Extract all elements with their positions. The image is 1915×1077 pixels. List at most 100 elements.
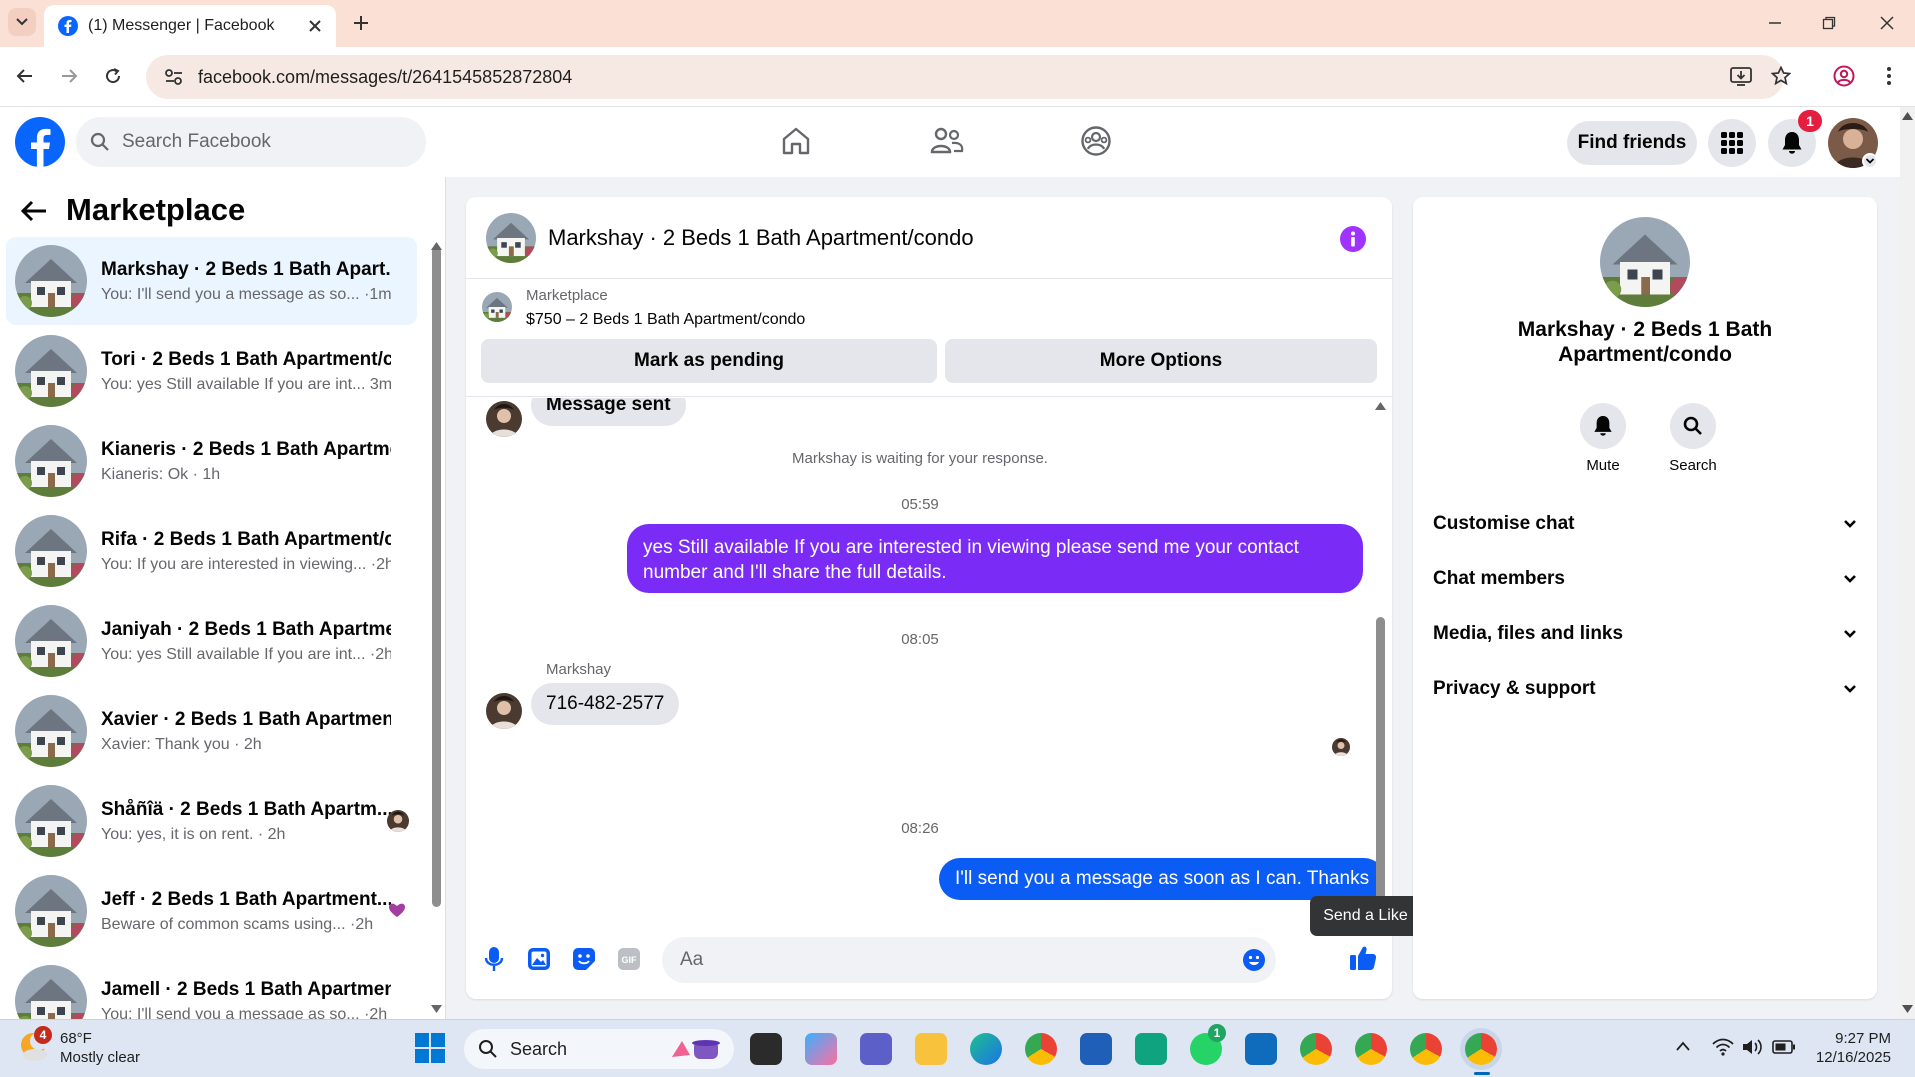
arrow-left-icon — [20, 200, 46, 222]
person-avatar-icon — [387, 810, 409, 832]
chrome-profile-icon[interactable] — [1300, 1033, 1332, 1065]
listing-thumbnail[interactable] — [482, 292, 512, 322]
timestamp: 05:59 — [901, 496, 939, 513]
voice-clip-button[interactable] — [484, 946, 504, 972]
outlook-icon[interactable] — [1245, 1033, 1277, 1065]
restore-button[interactable] — [1814, 8, 1844, 38]
conversation-item[interactable]: Rifa · 2 Beds 1 Bath Apartment/c... You: … — [6, 507, 417, 595]
chat-avatar[interactable] — [486, 212, 536, 263]
battery-icon — [1772, 1040, 1795, 1054]
tab-search-button[interactable] — [8, 8, 36, 36]
conversation-item[interactable]: Xavier · 2 Beds 1 Bath Apartmen... Xavier… — [6, 687, 417, 775]
conversation-name: Tori · 2 Beds 1 Bath Apartment/c... — [101, 348, 391, 370]
account-dropdown[interactable] — [1862, 153, 1878, 169]
incoming-message[interactable]: 716-482-2577 — [531, 683, 680, 725]
new-tab-button[interactable] — [346, 8, 376, 38]
incoming-message[interactable]: Message sent — [531, 398, 686, 426]
conversation-item[interactable]: Jeff · 2 Beds 1 Bath Apartment... Beware … — [6, 867, 417, 955]
chrome-profile-icon[interactable] — [1465, 1033, 1497, 1065]
search-in-conversation-button[interactable]: Search — [1663, 403, 1723, 474]
install-app-button[interactable] — [1726, 61, 1756, 91]
phone-link-icon[interactable] — [1135, 1033, 1167, 1065]
weather-widget[interactable]: 4 68°F Mostly clear — [18, 1026, 140, 1066]
chrome-profile-icon[interactable] — [1355, 1033, 1387, 1065]
gif-button[interactable]: GIF — [617, 947, 641, 971]
task-view-icon[interactable] — [750, 1033, 782, 1065]
facebook-logo[interactable] — [15, 117, 65, 167]
window-close-button[interactable] — [1872, 8, 1902, 38]
facebook-header: Search Facebook Find friends 1 — [0, 107, 1900, 177]
scroll-up-icon — [1375, 402, 1386, 410]
page-scrollbar[interactable] — [1900, 107, 1915, 1019]
grid-menu-icon — [1721, 132, 1743, 154]
edge-icon[interactable] — [970, 1033, 1002, 1065]
reload-button[interactable] — [98, 61, 128, 91]
chrome-icon[interactable] — [1025, 1033, 1057, 1065]
menu-button[interactable] — [1708, 119, 1756, 167]
attach-media-button[interactable] — [527, 947, 551, 971]
clock[interactable]: 9:27 PM 12/16/2025 — [1795, 1029, 1891, 1067]
sticker-button[interactable] — [572, 947, 596, 971]
minimize-button[interactable] — [1760, 8, 1790, 38]
forward-button[interactable] — [54, 61, 84, 91]
windows-taskbar: 4 68°F Mostly clear Search 1 9:27 PM 12/… — [0, 1019, 1915, 1077]
conversation-item[interactable]: Tori · 2 Beds 1 Bath Apartment/c... You: … — [6, 327, 417, 415]
conversation-item[interactable]: Markshay · 2 Beds 1 Bath Apart... You: I'… — [6, 237, 417, 325]
image-icon — [528, 948, 550, 970]
message-thread: Message sent Markshay is waiting for you… — [466, 398, 1392, 927]
facebook-search-input[interactable]: Search Facebook — [76, 117, 426, 167]
find-friends-button[interactable]: Find friends — [1567, 121, 1697, 165]
house-listing-image — [15, 515, 87, 587]
outgoing-message[interactable]: yes Still available If you are intereste… — [627, 524, 1363, 593]
address-bar[interactable]: facebook.com/messages/t/2641545852872804 — [146, 55, 1784, 99]
nav-home[interactable] — [780, 125, 812, 157]
scroll-down-icon — [1902, 1005, 1913, 1013]
bookmark-button[interactable] — [1766, 61, 1796, 91]
volume-control[interactable] — [1742, 1038, 1764, 1056]
profile-picture[interactable] — [1600, 217, 1690, 307]
outgoing-message[interactable]: I'll send you a message as soon as I can… — [939, 858, 1386, 900]
microsoft-store-icon[interactable] — [1080, 1033, 1112, 1065]
conversation-info-button[interactable] — [1340, 226, 1366, 252]
profile-button[interactable] — [1829, 61, 1859, 91]
back-button[interactable] — [10, 61, 40, 91]
scroll-down-icon[interactable] — [431, 1005, 442, 1013]
conversation-item[interactable]: Kianeris · 2 Beds 1 Bath Apartme... Kiane… — [6, 417, 417, 505]
file-explorer-icon[interactable] — [915, 1033, 947, 1065]
taskbar-search[interactable]: Search — [464, 1029, 734, 1069]
conversation-item[interactable]: Shåñîä · 2 Beds 1 Bath Apartm... You: yes… — [6, 777, 417, 865]
chat-header[interactable]: Markshay · 2 Beds 1 Bath Apartment/condo — [466, 197, 1392, 279]
battery-status[interactable] — [1772, 1040, 1796, 1054]
listing-title[interactable]: $750 – 2 Beds 1 Bath Apartment/condo — [526, 311, 805, 329]
conversation-scrollbar[interactable] — [432, 247, 441, 907]
close-icon[interactable] — [308, 19, 322, 33]
customise-chat-section[interactable]: Customise chat — [1433, 504, 1857, 544]
copilot-icon[interactable] — [805, 1033, 837, 1065]
conversation-item[interactable]: Janiyah · 2 Beds 1 Bath Apartme... You: y… — [6, 597, 417, 685]
nav-friends[interactable] — [930, 125, 964, 157]
chrome-profile-icon[interactable] — [1410, 1033, 1442, 1065]
more-options-button[interactable]: More Options — [945, 339, 1377, 383]
emoji-icon[interactable] — [1242, 948, 1266, 972]
teams-icon[interactable] — [860, 1033, 892, 1065]
back-button[interactable] — [20, 199, 48, 223]
media-files-links-section[interactable]: Media, files and links — [1433, 614, 1857, 654]
browser-menu-button[interactable] — [1874, 61, 1904, 91]
scroll-thumb[interactable] — [1376, 617, 1385, 924]
message-input[interactable]: Aa — [662, 937, 1276, 983]
message-scrollbar[interactable] — [1375, 402, 1386, 924]
site-settings-icon[interactable] — [164, 68, 184, 86]
chat-members-section[interactable]: Chat members — [1433, 559, 1857, 599]
privacy-support-section[interactable]: Privacy & support — [1433, 669, 1857, 709]
scroll-up-icon[interactable] — [431, 242, 442, 250]
browser-tab[interactable]: (1) Messenger | Facebook — [44, 5, 336, 47]
mute-button[interactable]: Mute — [1573, 403, 1633, 474]
system-tray-status[interactable] — [1712, 1038, 1734, 1056]
send-like-button[interactable] — [1348, 943, 1378, 973]
show-hidden-icons-button[interactable] — [1675, 1040, 1691, 1052]
nav-groups[interactable] — [1080, 125, 1112, 157]
info-icon — [1340, 226, 1366, 252]
mark-as-pending-button[interactable]: Mark as pending — [481, 339, 937, 383]
start-button[interactable] — [414, 1032, 446, 1064]
search-icon — [1683, 416, 1702, 435]
